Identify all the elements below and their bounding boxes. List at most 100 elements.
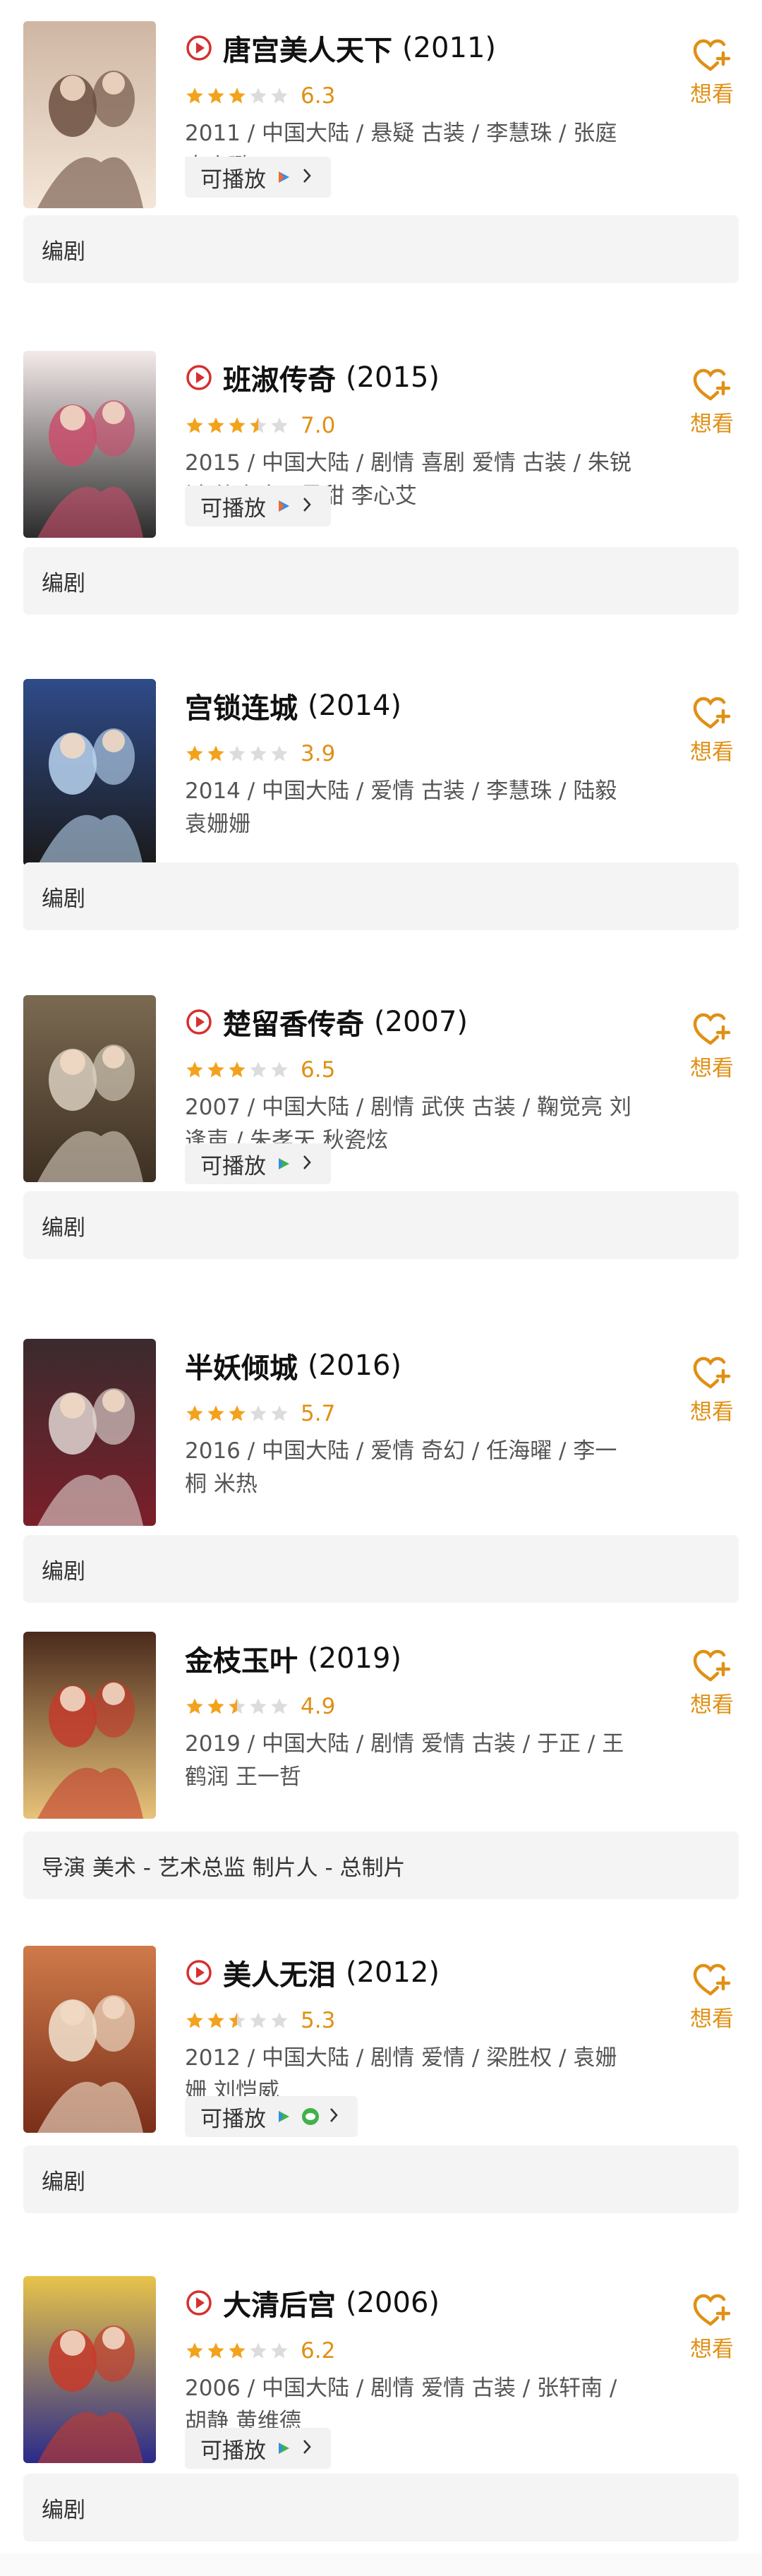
iqiyi-icon bbox=[274, 2107, 293, 2126]
want-to-watch-label: 想看 bbox=[690, 2006, 734, 2032]
star-icon bbox=[206, 1060, 226, 1080]
movie-title: 楚留香传奇 bbox=[223, 1009, 364, 1041]
poster-image[interactable] bbox=[23, 1339, 156, 1526]
title-row[interactable]: 大清后宫 (2006) bbox=[185, 2283, 440, 2323]
movie-card[interactable]: 唐宫美人天下 (2011) 6.3 2011 / 中国大陆 / 悬疑 古装 / 李慧珠… bbox=[0, 21, 762, 283]
movie-card[interactable]: 班淑传奇 (2015) 7.0 2015 / 中国大陆 / 剧情 喜剧 爱情 古装 /… bbox=[0, 351, 762, 615]
movie-card[interactable]: 美人无泪 (2012) 5.3 2012 / 中国大陆 / 剧情 爱情 / 梁胜权 /… bbox=[0, 1946, 762, 2213]
rating-stars bbox=[185, 86, 289, 106]
want-to-watch-button[interactable]: 想看 bbox=[686, 2290, 738, 2363]
poster-image[interactable] bbox=[23, 21, 156, 208]
star-icon bbox=[227, 1060, 247, 1080]
movie-meta: 2016 / 中国大陆 / 爱情 奇幻 / 任海曜 / 李一桐 米热 bbox=[185, 1438, 617, 1497]
star-icon bbox=[248, 744, 268, 764]
role-text: 编剧 bbox=[42, 1558, 85, 1584]
movie-title: 半妖倾城 bbox=[185, 1352, 298, 1385]
role-bar: 导演 美术 - 艺术总监 制片人 - 总制片 bbox=[23, 1831, 739, 1899]
heart-plus-icon bbox=[691, 1646, 733, 1684]
want-to-watch-button[interactable]: 想看 bbox=[686, 1009, 738, 1082]
star-icon bbox=[227, 1697, 247, 1716]
playable-button[interactable]: 可播放 bbox=[185, 157, 331, 198]
star-icon bbox=[227, 2341, 247, 2361]
heart-plus-icon bbox=[691, 365, 733, 403]
movie-card[interactable]: 金枝玉叶 (2019) 4.9 2019 / 中国大陆 / 剧情 爱情 古装 / 于正… bbox=[0, 1632, 762, 1899]
poster-image[interactable] bbox=[23, 679, 156, 866]
play-circle-icon bbox=[185, 1008, 213, 1036]
playable-button[interactable]: 可播放 bbox=[185, 2096, 358, 2137]
rating-score: 4.9 bbox=[301, 1694, 336, 1719]
rating-score: 7.0 bbox=[301, 413, 336, 438]
title-row[interactable]: 楚留香传奇 (2007) bbox=[185, 1002, 468, 1042]
star-icon bbox=[270, 1060, 289, 1080]
movie-title: 美人无泪 bbox=[223, 1959, 336, 1992]
role-text: 导演 美术 - 艺术总监 制片人 - 总制片 bbox=[42, 1855, 406, 1881]
title-row[interactable]: 金枝玉叶 (2019) bbox=[185, 1639, 401, 1678]
movie-card[interactable]: 楚留香传奇 (2007) 6.5 2007 / 中国大陆 / 剧情 武侠 古装 / 鞠… bbox=[0, 995, 762, 1259]
star-icon bbox=[248, 1697, 268, 1716]
want-to-watch-button[interactable]: 想看 bbox=[686, 1646, 738, 1719]
want-to-watch-button[interactable]: 想看 bbox=[686, 693, 738, 766]
playable-button[interactable]: 可播放 bbox=[185, 2428, 331, 2469]
iqiyi-icon bbox=[274, 1155, 293, 1173]
want-to-watch-button[interactable]: 想看 bbox=[686, 35, 738, 108]
title-row[interactable]: 半妖倾城 (2016) bbox=[185, 1346, 401, 1385]
poster-image[interactable] bbox=[23, 2276, 156, 2463]
role-bar: 编剧 bbox=[23, 547, 739, 615]
star-icon bbox=[206, 1697, 226, 1716]
star-icon bbox=[227, 86, 247, 106]
movie-title: 宫锁连城 bbox=[185, 692, 298, 725]
role-bar: 编剧 bbox=[23, 2145, 739, 2213]
star-icon bbox=[248, 86, 268, 106]
rating-score: 6.2 bbox=[301, 2338, 336, 2364]
star-icon bbox=[270, 2341, 289, 2361]
playable-button[interactable]: 可播放 bbox=[185, 1143, 331, 1184]
star-icon bbox=[185, 1060, 205, 1080]
want-to-watch-button[interactable]: 想看 bbox=[686, 1353, 738, 1426]
star-icon bbox=[185, 1697, 205, 1716]
rating-stars bbox=[185, 2341, 289, 2361]
rating-stars bbox=[185, 1404, 289, 1424]
rating-row: 4.9 bbox=[185, 1692, 335, 1721]
role-text: 编剧 bbox=[42, 1215, 85, 1241]
heart-plus-icon bbox=[691, 1009, 733, 1047]
movie-card[interactable]: 宫锁连城 (2014) 3.9 2014 / 中国大陆 / 爱情 古装 / 李慧珠 /… bbox=[0, 679, 762, 930]
movie-meta: 2019 / 中国大陆 / 剧情 爱情 古装 / 于正 / 王鹤润 王一哲 bbox=[185, 1731, 624, 1790]
star-icon bbox=[248, 416, 268, 435]
role-text: 编剧 bbox=[42, 886, 85, 912]
movie-year: (2007) bbox=[374, 1006, 468, 1038]
movie-year: (2011) bbox=[402, 32, 497, 64]
rating-score: 6.3 bbox=[301, 83, 336, 109]
title-row[interactable]: 唐宫美人天下 (2011) bbox=[185, 28, 496, 68]
heart-plus-icon bbox=[691, 1353, 733, 1391]
movie-card[interactable]: 大清后宫 (2006) 6.2 2006 / 中国大陆 / 剧情 爱情 古装 / 张轩… bbox=[0, 2276, 762, 2541]
heart-plus-icon bbox=[691, 1960, 733, 1998]
playable-button[interactable]: 可播放 bbox=[185, 486, 331, 526]
poster-image[interactable] bbox=[23, 1946, 156, 2133]
want-to-watch-button[interactable]: 想看 bbox=[686, 365, 738, 438]
rating-score: 3.9 bbox=[301, 741, 336, 766]
star-icon bbox=[270, 2011, 289, 2030]
movie-card[interactable]: 半妖倾城 (2016) 5.7 2016 / 中国大陆 / 爱情 奇幻 / 任海曜 /… bbox=[0, 1339, 762, 1603]
title-row[interactable]: 美人无泪 (2012) bbox=[185, 1953, 440, 1992]
star-icon bbox=[206, 416, 226, 435]
want-to-watch-label: 想看 bbox=[690, 82, 734, 107]
role-bar: 编剧 bbox=[23, 1191, 739, 1259]
play-circle-icon bbox=[185, 2289, 213, 2317]
star-icon bbox=[270, 1404, 289, 1424]
rating-stars bbox=[185, 1697, 289, 1716]
poster-image[interactable] bbox=[23, 1632, 156, 1819]
poster-image[interactable] bbox=[23, 351, 156, 538]
star-icon bbox=[206, 2341, 226, 2361]
chevron-right-icon bbox=[301, 2436, 313, 2461]
star-icon bbox=[270, 1697, 289, 1716]
star-icon bbox=[185, 1404, 205, 1424]
title-row[interactable]: 班淑传奇 (2015) bbox=[185, 358, 440, 397]
rating-row: 6.3 bbox=[185, 82, 335, 110]
title-row[interactable]: 宫锁连城 (2014) bbox=[185, 686, 401, 726]
poster-image[interactable] bbox=[23, 995, 156, 1182]
rating-stars bbox=[185, 1060, 289, 1080]
iqiyi-icon bbox=[274, 2439, 293, 2457]
role-text: 编剧 bbox=[42, 2169, 85, 2195]
star-icon bbox=[206, 744, 226, 764]
want-to-watch-button[interactable]: 想看 bbox=[686, 1960, 738, 2033]
